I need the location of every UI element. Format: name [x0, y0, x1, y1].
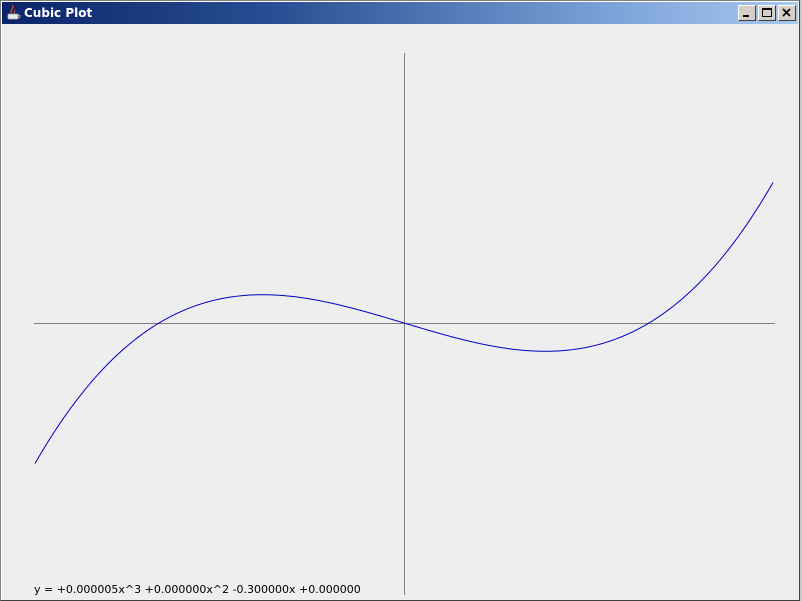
minimize-icon: [743, 15, 749, 17]
plot-panel: y = +0.000005x^3 +0.000000x^2 -0.300000x…: [4, 25, 798, 598]
window-title: Cubic Plot: [24, 6, 93, 20]
maximize-button[interactable]: [758, 5, 776, 21]
cubic-plot-canvas: [34, 53, 775, 595]
title-bar[interactable]: Cubic Plot: [2, 2, 798, 24]
java-app-icon[interactable]: [6, 4, 22, 21]
close-button[interactable]: [778, 5, 796, 21]
cubic-plot-window: Cubic Plot y = +0.000005x^3 +0.000000x^2…: [0, 0, 800, 601]
maximize-icon: [762, 8, 772, 17]
window-controls: [736, 5, 796, 21]
close-icon: [782, 8, 791, 17]
minimize-button[interactable]: [738, 5, 756, 21]
equation-label: y = +0.000005x^3 +0.000000x^2 -0.300000x…: [34, 583, 361, 596]
